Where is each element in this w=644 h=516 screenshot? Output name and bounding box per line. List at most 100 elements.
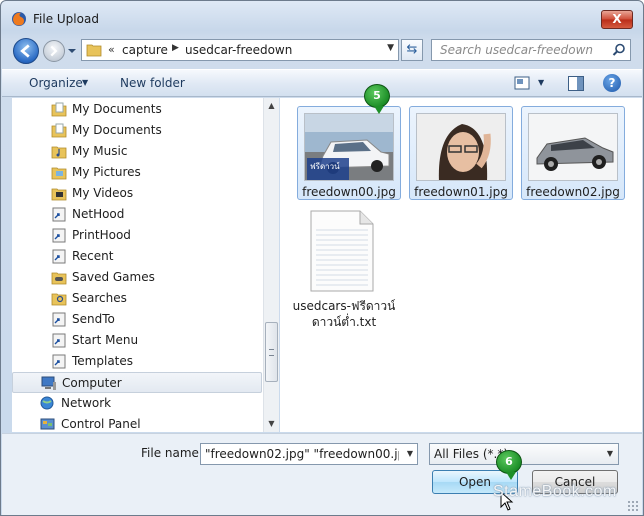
scroll-down-icon[interactable]: ▼ xyxy=(264,416,279,432)
file-tile-freedown00[interactable]: ฟรีดาวน์ freedown00.jpg xyxy=(297,106,401,200)
nav-item-templates[interactable]: Templates xyxy=(12,351,262,372)
nav-item-label: Control Panel xyxy=(61,417,141,431)
chevron-down-icon[interactable]: ▼ xyxy=(607,449,613,458)
arrow-left-icon xyxy=(20,44,30,58)
nav-item-my-videos[interactable]: My Videos xyxy=(12,183,262,204)
file-name: usedcars-ฟรีดาวน์ ดาวน์ต่ำ.txt xyxy=(276,298,412,330)
close-button[interactable]: X xyxy=(601,10,633,29)
nav-item-sendto[interactable]: SendTo xyxy=(12,309,262,330)
nav-item-label: Recent xyxy=(72,249,114,263)
nav-item-control-panel[interactable]: Control Panel xyxy=(12,414,262,432)
pictures-folder-icon xyxy=(51,167,67,180)
navigation-pane[interactable]: My Documents My Documents My Music My Pi… xyxy=(12,98,279,432)
shortcut-icon xyxy=(52,249,66,264)
firefox-icon xyxy=(12,12,26,26)
games-folder-icon xyxy=(51,272,67,285)
file-name-combobox[interactable]: "freedown02.jpg" "freedown00.jpg" " ▼ xyxy=(200,443,418,465)
dialog-footer: File name: "freedown02.jpg" "freedown00.… xyxy=(2,433,642,515)
back-button[interactable] xyxy=(13,38,39,64)
breadcrumb-capture[interactable]: capture xyxy=(122,43,168,57)
portrait-thumbnail xyxy=(416,113,506,181)
file-name-label: File name: xyxy=(141,446,203,460)
nav-item-my-music[interactable]: My Music xyxy=(12,141,262,162)
nav-item-label: My Music xyxy=(72,144,128,158)
nav-item-printhood[interactable]: PrintHood xyxy=(12,225,262,246)
refresh-button[interactable]: ⇆ xyxy=(401,39,423,61)
nav-item-label: My Videos xyxy=(72,186,134,200)
search-icon[interactable] xyxy=(612,43,626,57)
computer-icon xyxy=(41,376,56,390)
network-icon xyxy=(40,396,54,410)
shortcut-icon xyxy=(52,312,66,327)
watermark: StameBook.com xyxy=(493,483,617,500)
file-name: freedown00.jpg xyxy=(302,185,396,199)
nav-item-label: My Pictures xyxy=(72,165,141,179)
nav-item-label: Start Menu xyxy=(72,333,139,347)
step-6-marker: 6 xyxy=(496,450,522,480)
file-tile-freedown01[interactable]: freedown01.jpg xyxy=(409,106,513,200)
nav-item-label: Templates xyxy=(72,354,134,368)
chevron-down-icon[interactable]: ▼ xyxy=(407,449,413,458)
nav-item-label: Computer xyxy=(62,376,122,390)
shortcut-icon xyxy=(52,333,66,348)
views-dropdown-icon[interactable]: ▼ xyxy=(538,78,544,87)
nav-item-network[interactable]: Network xyxy=(12,393,262,414)
control-panel-icon xyxy=(40,418,55,430)
nav-item-saved-games[interactable]: Saved Games xyxy=(12,267,262,288)
nav-item-label: Network xyxy=(61,396,112,410)
address-bar[interactable]: « capture ▶ usedcar-freedown ▼ xyxy=(81,39,399,61)
nav-item-label: Saved Games xyxy=(72,270,155,284)
preview-pane-icon[interactable] xyxy=(568,76,584,91)
file-name-input[interactable]: "freedown02.jpg" "freedown00.jpg" " xyxy=(205,447,399,461)
nav-item-my-pictures[interactable]: My Pictures xyxy=(12,162,262,183)
nav-item-my-documents-2[interactable]: My Documents xyxy=(12,120,262,141)
file-list[interactable]: ฟรีดาวน์ freedown00.jpg freedown01.jpg f… xyxy=(280,84,642,432)
nav-item-searches[interactable]: Searches xyxy=(12,288,262,309)
documents-folder-icon xyxy=(51,123,67,138)
address-overflow-chevron[interactable]: « xyxy=(108,43,115,56)
scrollbar-thumb[interactable] xyxy=(265,322,278,382)
nav-item-label: SendTo xyxy=(72,312,115,326)
resize-grip[interactable] xyxy=(627,500,639,512)
nav-item-computer[interactable]: Computer xyxy=(12,372,262,393)
videos-folder-icon xyxy=(51,188,67,201)
views-icon[interactable] xyxy=(514,76,530,90)
nav-item-label: My Documents xyxy=(72,102,162,116)
arrow-right-icon xyxy=(50,45,58,57)
file-name-line-2: ดาวน์ต่ำ.txt xyxy=(311,315,377,329)
nav-item-label: My Documents xyxy=(72,123,162,137)
title-bar[interactable]: File Upload X xyxy=(1,1,643,33)
shortcut-icon xyxy=(52,228,66,243)
nav-item-start-menu[interactable]: Start Menu xyxy=(12,330,262,351)
step-5-marker: 5 xyxy=(364,84,390,114)
music-folder-icon xyxy=(51,146,67,159)
file-type-filter[interactable]: All Files (*.*) ▼ xyxy=(429,443,619,465)
window-title: File Upload xyxy=(33,12,99,26)
scroll-up-icon[interactable]: ▲ xyxy=(264,98,279,114)
forward-button[interactable] xyxy=(43,40,65,62)
file-name: freedown02.jpg xyxy=(526,185,620,199)
nav-item-my-documents[interactable]: My Documents xyxy=(12,99,262,120)
new-folder-button[interactable]: New folder xyxy=(120,76,185,90)
searches-folder-icon xyxy=(51,293,67,306)
nav-item-nethood[interactable]: NetHood xyxy=(12,204,262,225)
organize-button[interactable]: Organize xyxy=(29,76,83,90)
nav-item-label: NetHood xyxy=(72,207,125,221)
text-document-icon xyxy=(310,210,374,292)
breadcrumb-usedcar-freedown[interactable]: usedcar-freedown xyxy=(185,43,292,57)
recent-pages-dropdown[interactable] xyxy=(67,44,77,58)
breadcrumb-separator[interactable]: ▶ xyxy=(172,43,179,53)
help-button[interactable]: ? xyxy=(603,74,621,92)
shortcut-icon xyxy=(52,207,66,222)
search-box[interactable]: Search usedcar-freedown xyxy=(431,39,631,61)
file-upload-dialog: File Upload X « capture ▶ usedcar-freedo… xyxy=(0,0,644,516)
file-tile-freedown02[interactable]: freedown02.jpg xyxy=(521,106,625,200)
command-toolbar: Organize ▼ New folder ▼ ? xyxy=(2,69,642,97)
car-thumbnail: ฟรีดาวน์ xyxy=(304,113,394,181)
chevron-down-icon[interactable]: ▼ xyxy=(82,78,88,87)
documents-folder-icon xyxy=(51,102,67,117)
file-tile-usedcars-txt[interactable]: usedcars-ฟรีดาวน์ ดาวน์ต่ำ.txt xyxy=(276,198,395,329)
chevron-down-icon[interactable]: ▼ xyxy=(387,43,394,53)
nav-item-recent[interactable]: Recent xyxy=(12,246,262,267)
search-input[interactable]: Search usedcar-freedown xyxy=(440,43,593,57)
